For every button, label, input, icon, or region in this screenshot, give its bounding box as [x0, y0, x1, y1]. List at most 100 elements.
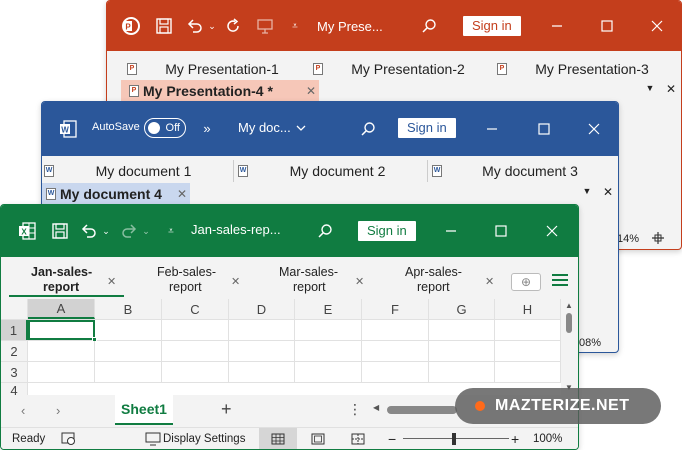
- tab-document-1[interactable]: W My document 1: [44, 160, 234, 182]
- sheet-tab-sheet1[interactable]: Sheet1: [115, 395, 173, 425]
- cell[interactable]: [429, 362, 495, 382]
- fit-slide-icon[interactable]: [651, 231, 665, 245]
- maximize-icon[interactable]: [534, 119, 554, 139]
- vertical-scrollbar[interactable]: ▲ ▼: [561, 299, 578, 397]
- cell[interactable]: [429, 320, 495, 340]
- cell[interactable]: [495, 341, 561, 361]
- minimize-icon[interactable]: [441, 221, 461, 241]
- cell[interactable]: [295, 341, 362, 361]
- select-all-corner[interactable]: [1, 299, 28, 319]
- close-tab-icon[interactable]: ✕: [485, 275, 494, 288]
- tab-document-4-active[interactable]: W My document 4 ✕: [42, 183, 190, 205]
- cell[interactable]: [28, 362, 95, 382]
- column-header[interactable]: H: [495, 299, 561, 319]
- close-tab-icon[interactable]: ✕: [107, 275, 116, 288]
- scroll-left-icon[interactable]: ◀: [373, 403, 379, 412]
- cell[interactable]: [362, 341, 429, 361]
- close-tab-icon[interactable]: ✕: [174, 187, 190, 201]
- sign-in-button[interactable]: Sign in: [463, 16, 521, 36]
- tab-mar-sales-report[interactable]: Mar-sales- report ✕: [257, 263, 375, 297]
- tab-list-dropdown-icon[interactable]: ▼: [578, 186, 596, 202]
- display-settings-button[interactable]: Display Settings: [163, 428, 245, 449]
- close-icon[interactable]: [647, 16, 667, 36]
- close-all-tabs-icon[interactable]: ✕: [663, 82, 679, 98]
- cell[interactable]: [95, 362, 162, 382]
- cell[interactable]: [229, 320, 295, 340]
- search-icon[interactable]: [358, 119, 378, 139]
- title-dropdown-icon[interactable]: [294, 120, 308, 136]
- search-icon[interactable]: [419, 16, 439, 36]
- cell[interactable]: [362, 320, 429, 340]
- save-icon[interactable]: [51, 222, 69, 240]
- more-options-icon[interactable]: ⋮: [348, 401, 362, 418]
- tab-document-2[interactable]: W My document 2: [238, 160, 428, 182]
- undo-dropdown-icon[interactable]: ⌄: [101, 224, 111, 238]
- row-header[interactable]: 2: [1, 341, 28, 361]
- undo-icon[interactable]: [185, 16, 205, 36]
- maximize-icon[interactable]: [491, 221, 511, 241]
- minimize-icon[interactable]: [547, 16, 567, 36]
- cell[interactable]: [295, 362, 362, 382]
- sign-in-button[interactable]: Sign in: [398, 118, 456, 138]
- add-sheet-icon[interactable]: +: [221, 399, 232, 420]
- column-header[interactable]: F: [362, 299, 429, 319]
- undo-dropdown-icon[interactable]: ⌄: [207, 19, 217, 33]
- accessibility-icon[interactable]: [61, 428, 77, 449]
- maximize-icon[interactable]: [597, 16, 617, 36]
- page-layout-view-icon[interactable]: [311, 428, 325, 449]
- tab-feb-sales-report[interactable]: Feb-sales- report ✕: [129, 263, 251, 297]
- column-header[interactable]: B: [95, 299, 162, 319]
- column-header[interactable]: D: [229, 299, 295, 319]
- normal-view-icon[interactable]: [259, 428, 297, 449]
- scroll-up-icon[interactable]: ▲: [565, 301, 573, 310]
- close-all-tabs-icon[interactable]: ✕: [600, 185, 616, 201]
- present-icon[interactable]: [255, 16, 275, 36]
- hamburger-menu-icon[interactable]: [551, 273, 571, 289]
- tab-apr-sales-report[interactable]: Apr-sales- report ✕: [381, 263, 503, 297]
- customize-toolbar-icon[interactable]: ⩡: [165, 223, 177, 239]
- row-header[interactable]: 4: [1, 383, 28, 398]
- cell[interactable]: [495, 362, 561, 382]
- cell[interactable]: [162, 362, 229, 382]
- cell[interactable]: [162, 341, 229, 361]
- active-cell[interactable]: [28, 320, 97, 342]
- column-header[interactable]: G: [429, 299, 495, 319]
- zoom-out-icon[interactable]: −: [388, 428, 396, 449]
- cell[interactable]: [362, 362, 429, 382]
- save-icon[interactable]: [155, 17, 173, 35]
- undo-icon[interactable]: [79, 221, 99, 241]
- cell[interactable]: [162, 320, 229, 340]
- tab-presentation-2[interactable]: P My Presentation-2: [313, 58, 493, 80]
- tab-list-dropdown-icon[interactable]: ▼: [641, 83, 659, 99]
- autosave-toggle[interactable]: Off: [144, 118, 186, 138]
- more-commands-icon[interactable]: »: [200, 120, 214, 136]
- tab-document-3[interactable]: W My document 3: [432, 160, 618, 182]
- zoom-in-icon[interactable]: +: [511, 428, 519, 449]
- prev-sheet-icon[interactable]: ‹: [21, 403, 25, 418]
- tab-presentation-1[interactable]: P My Presentation-1: [127, 58, 307, 80]
- cell[interactable]: [229, 341, 295, 361]
- cell[interactable]: [28, 341, 95, 361]
- tab-jan-sales-report-active[interactable]: Jan-sales- report ✕: [9, 263, 124, 297]
- close-tab-icon[interactable]: ✕: [355, 275, 364, 288]
- redo-dropdown-icon[interactable]: ⌄: [141, 224, 151, 238]
- zoom-level[interactable]: 100%: [533, 428, 562, 449]
- column-header[interactable]: C: [162, 299, 229, 319]
- next-sheet-icon[interactable]: ›: [56, 403, 60, 418]
- tab-presentation-3[interactable]: P My Presentation-3: [497, 58, 677, 80]
- column-header[interactable]: A: [28, 299, 95, 319]
- zoom-thumb[interactable]: [452, 433, 456, 445]
- close-icon[interactable]: [542, 221, 562, 241]
- row-header[interactable]: 1: [1, 320, 28, 340]
- cell[interactable]: [229, 362, 295, 382]
- display-settings-icon[interactable]: [145, 428, 161, 449]
- cell[interactable]: [95, 341, 162, 361]
- scroll-thumb[interactable]: [566, 313, 572, 333]
- row-header[interactable]: 3: [1, 362, 28, 382]
- tab-presentation-4-active[interactable]: P My Presentation-4 * ✕: [121, 80, 319, 102]
- close-icon[interactable]: [584, 119, 604, 139]
- redo-icon[interactable]: [223, 16, 243, 36]
- minimize-icon[interactable]: [482, 119, 502, 139]
- horizontal-scroll-thumb[interactable]: [387, 406, 457, 414]
- sign-in-button[interactable]: Sign in: [358, 221, 416, 241]
